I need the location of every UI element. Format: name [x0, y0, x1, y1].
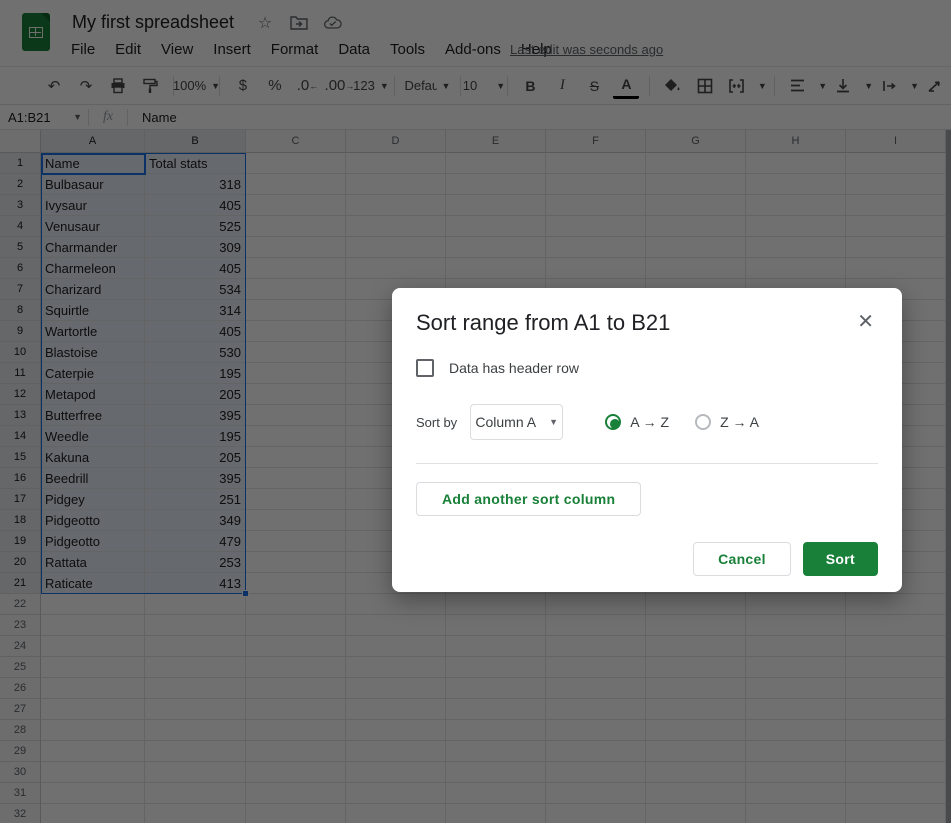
radio-option-descending[interactable]: Z → A [695, 414, 759, 430]
sort-by-label: Sort by [416, 414, 458, 430]
close-icon[interactable]: ✕ [853, 310, 878, 334]
sort-range-dialog: Sort range from A1 to B21 ✕ Data has hea… [392, 288, 902, 592]
dialog-title: Sort range from A1 to B21 [416, 310, 671, 335]
add-sort-column-button[interactable]: Add another sort column [416, 482, 642, 516]
header-row-checkbox-label[interactable]: Data has header row [449, 360, 579, 376]
radio-descending-icon[interactable] [695, 414, 712, 430]
radio-descending-label: Z → A [720, 414, 759, 430]
sort-column-select[interactable]: Column A ▼ [470, 404, 564, 440]
header-row-checkbox[interactable] [416, 359, 434, 377]
sort-order-radio-group: A → Z Z → A [605, 414, 759, 430]
google-sheets-screen: My first spreadsheet ☆ FileEditViewInser… [0, 0, 951, 823]
radio-ascending-label: A → Z [630, 414, 670, 430]
radio-ascending-icon[interactable] [605, 414, 622, 430]
sort-button[interactable]: Sort [802, 542, 878, 576]
radio-option-ascending[interactable]: A → Z [605, 414, 669, 430]
cancel-button[interactable]: Cancel [693, 542, 791, 576]
